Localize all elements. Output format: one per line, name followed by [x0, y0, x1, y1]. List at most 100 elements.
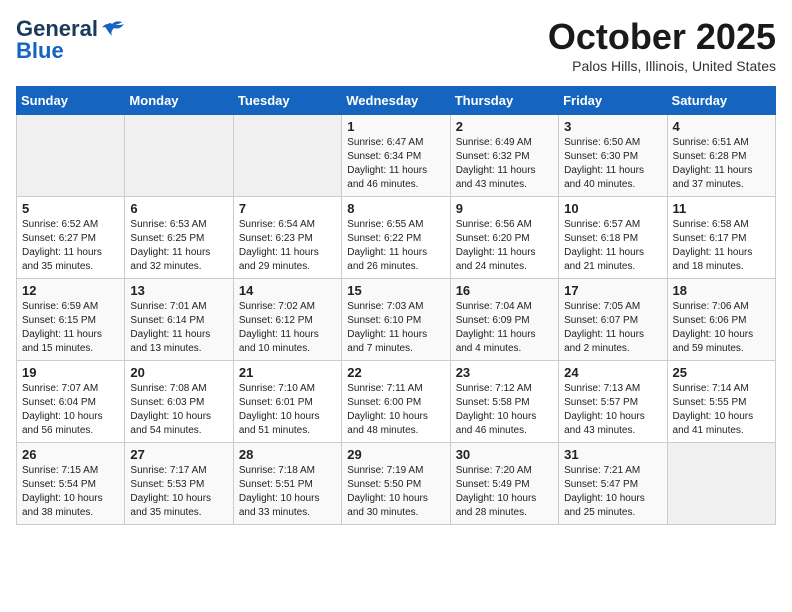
calendar-cell: 31 Sunrise: 7:21 AM Sunset: 5:47 PM Dayli…: [559, 443, 667, 525]
day-number: 15: [347, 283, 444, 298]
day-info: Sunrise: 6:57 AM Sunset: 6:18 PM Dayligh…: [564, 218, 661, 274]
day-info: Sunrise: 7:07 AM Sunset: 6:04 PM Dayligh…: [22, 382, 119, 438]
calendar-cell: 29Sunrise: 7:19 AM Sunset: 5:50 PM Dayli…: [342, 443, 450, 525]
day-number: 24: [564, 365, 661, 380]
logo-bird-icon: [102, 20, 124, 38]
day-number: 25: [673, 365, 770, 380]
calendar-cell: 22 Sunrise: 7:11 AM Sunset: 6:00 PM Dayli…: [342, 361, 450, 443]
calendar-cell: 12Sunrise: 6:59 AM Sunset: 6:15 PM Dayli…: [17, 279, 125, 361]
day-number: 20: [130, 365, 227, 380]
day-info: Sunrise: 6:52 AM Sunset: 6:27 PM Dayligh…: [22, 218, 119, 274]
weekday-header: Monday: [125, 87, 233, 115]
day-info: Sunrise: 6:51 AM Sunset: 6:28 PM Dayligh…: [673, 136, 770, 192]
day-number: 4: [673, 119, 770, 134]
calendar-cell: 28 Sunrise: 7:18 AM Sunset: 5:51 PM Dayli…: [233, 443, 341, 525]
day-info: Sunrise: 7:06 AM Sunset: 6:06 PM Dayligh…: [673, 300, 770, 356]
day-info: Sunrise: 7:03 AM Sunset: 6:10 PM Dayligh…: [347, 300, 444, 356]
calendar-cell: 19 Sunrise: 7:07 AM Sunset: 6:04 PM Dayli…: [17, 361, 125, 443]
day-info: Sunrise: 7:14 AM Sunset: 5:55 PM Dayligh…: [673, 382, 770, 438]
weekday-header-row: SundayMondayTuesdayWednesdayThursdayFrid…: [17, 87, 776, 115]
calendar-cell: 3 Sunrise: 6:50 AM Sunset: 6:30 PM Daylig…: [559, 115, 667, 197]
day-info: Sunrise: 6:56 AM Sunset: 6:20 PM Dayligh…: [456, 218, 553, 274]
day-info: Sunrise: 6:55 AM Sunset: 6:22 PM Dayligh…: [347, 218, 444, 274]
calendar-week-row: 1 Sunrise: 6:47 AM Sunset: 6:34 PM Daylig…: [17, 115, 776, 197]
calendar-cell: 5 Sunrise: 6:52 AM Sunset: 6:27 PM Daylig…: [17, 197, 125, 279]
day-info: Sunrise: 6:50 AM Sunset: 6:30 PM Dayligh…: [564, 136, 661, 192]
calendar-cell: [17, 115, 125, 197]
logo-blue-text: Blue: [16, 38, 64, 64]
day-number: 11: [673, 201, 770, 216]
day-info: Sunrise: 7:01 AM Sunset: 6:14 PM Dayligh…: [130, 300, 227, 356]
day-info: Sunrise: 6:58 AM Sunset: 6:17 PM Dayligh…: [673, 218, 770, 274]
calendar-cell: 13Sunrise: 7:01 AM Sunset: 6:14 PM Dayli…: [125, 279, 233, 361]
day-info: Sunrise: 7:05 AM Sunset: 6:07 PM Dayligh…: [564, 300, 661, 356]
day-number: 23: [456, 365, 553, 380]
day-number: 5: [22, 201, 119, 216]
day-info: Sunrise: 7:12 AM Sunset: 5:58 PM Dayligh…: [456, 382, 553, 438]
day-number: 22: [347, 365, 444, 380]
day-number: 3: [564, 119, 661, 134]
day-number: 18: [673, 283, 770, 298]
calendar-week-row: 19 Sunrise: 7:07 AM Sunset: 6:04 PM Dayli…: [17, 361, 776, 443]
weekday-header: Sunday: [17, 87, 125, 115]
day-number: 12: [22, 283, 119, 298]
calendar-week-row: 5 Sunrise: 6:52 AM Sunset: 6:27 PM Daylig…: [17, 197, 776, 279]
calendar-cell: 30 Sunrise: 7:20 AM Sunset: 5:49 PM Dayli…: [450, 443, 558, 525]
day-number: 19: [22, 365, 119, 380]
page-header: General Blue October 2025 Palos Hills, I…: [16, 16, 776, 74]
day-info: Sunrise: 6:54 AM Sunset: 6:23 PM Dayligh…: [239, 218, 336, 274]
day-info: Sunrise: 7:11 AM Sunset: 6:00 PM Dayligh…: [347, 382, 444, 438]
day-number: 28: [239, 447, 336, 462]
day-info: Sunrise: 7:18 AM Sunset: 5:51 PM Dayligh…: [239, 464, 336, 520]
calendar-cell: 27Sunrise: 7:17 AM Sunset: 5:53 PM Dayli…: [125, 443, 233, 525]
calendar-cell: 6Sunrise: 6:53 AM Sunset: 6:25 PM Daylig…: [125, 197, 233, 279]
calendar-cell: 21Sunrise: 7:10 AM Sunset: 6:01 PM Dayli…: [233, 361, 341, 443]
calendar-cell: 4 Sunrise: 6:51 AM Sunset: 6:28 PM Daylig…: [667, 115, 775, 197]
day-info: Sunrise: 6:49 AM Sunset: 6:32 PM Dayligh…: [456, 136, 553, 192]
day-info: Sunrise: 7:02 AM Sunset: 6:12 PM Dayligh…: [239, 300, 336, 356]
calendar-cell: 11 Sunrise: 6:58 AM Sunset: 6:17 PM Dayli…: [667, 197, 775, 279]
calendar-cell: 26Sunrise: 7:15 AM Sunset: 5:54 PM Dayli…: [17, 443, 125, 525]
day-info: Sunrise: 7:17 AM Sunset: 5:53 PM Dayligh…: [130, 464, 227, 520]
calendar-cell: 18 Sunrise: 7:06 AM Sunset: 6:06 PM Dayli…: [667, 279, 775, 361]
day-number: 6: [130, 201, 227, 216]
calendar-cell: [667, 443, 775, 525]
day-info: Sunrise: 7:20 AM Sunset: 5:49 PM Dayligh…: [456, 464, 553, 520]
calendar-cell: 15 Sunrise: 7:03 AM Sunset: 6:10 PM Dayli…: [342, 279, 450, 361]
day-number: 10: [564, 201, 661, 216]
logo: General Blue: [16, 16, 124, 64]
day-number: 2: [456, 119, 553, 134]
location-subtitle: Palos Hills, Illinois, United States: [548, 58, 776, 74]
day-info: Sunrise: 7:21 AM Sunset: 5:47 PM Dayligh…: [564, 464, 661, 520]
day-number: 1: [347, 119, 444, 134]
calendar-cell: 8 Sunrise: 6:55 AM Sunset: 6:22 PM Daylig…: [342, 197, 450, 279]
day-number: 8: [347, 201, 444, 216]
weekday-header: Friday: [559, 87, 667, 115]
calendar-cell: 25 Sunrise: 7:14 AM Sunset: 5:55 PM Dayli…: [667, 361, 775, 443]
calendar-cell: 17 Sunrise: 7:05 AM Sunset: 6:07 PM Dayli…: [559, 279, 667, 361]
calendar-cell: 2 Sunrise: 6:49 AM Sunset: 6:32 PM Daylig…: [450, 115, 558, 197]
day-number: 17: [564, 283, 661, 298]
day-number: 31: [564, 447, 661, 462]
day-info: Sunrise: 6:47 AM Sunset: 6:34 PM Dayligh…: [347, 136, 444, 192]
title-block: October 2025 Palos Hills, Illinois, Unit…: [548, 16, 776, 74]
calendar-table: SundayMondayTuesdayWednesdayThursdayFrid…: [16, 86, 776, 525]
day-number: 7: [239, 201, 336, 216]
day-number: 29: [347, 447, 444, 462]
calendar-cell: 24 Sunrise: 7:13 AM Sunset: 5:57 PM Dayli…: [559, 361, 667, 443]
calendar-cell: 16Sunrise: 7:04 AM Sunset: 6:09 PM Dayli…: [450, 279, 558, 361]
weekday-header: Wednesday: [342, 87, 450, 115]
day-number: 30: [456, 447, 553, 462]
day-info: Sunrise: 7:08 AM Sunset: 6:03 PM Dayligh…: [130, 382, 227, 438]
calendar-cell: 20 Sunrise: 7:08 AM Sunset: 6:03 PM Dayli…: [125, 361, 233, 443]
calendar-cell: 7 Sunrise: 6:54 AM Sunset: 6:23 PM Daylig…: [233, 197, 341, 279]
calendar-week-row: 26Sunrise: 7:15 AM Sunset: 5:54 PM Dayli…: [17, 443, 776, 525]
calendar-cell: [233, 115, 341, 197]
day-number: 14: [239, 283, 336, 298]
day-number: 21: [239, 365, 336, 380]
calendar-cell: 23 Sunrise: 7:12 AM Sunset: 5:58 PM Dayli…: [450, 361, 558, 443]
day-info: Sunrise: 7:15 AM Sunset: 5:54 PM Dayligh…: [22, 464, 119, 520]
day-info: Sunrise: 7:04 AM Sunset: 6:09 PM Dayligh…: [456, 300, 553, 356]
day-info: Sunrise: 7:13 AM Sunset: 5:57 PM Dayligh…: [564, 382, 661, 438]
month-title: October 2025: [548, 16, 776, 58]
